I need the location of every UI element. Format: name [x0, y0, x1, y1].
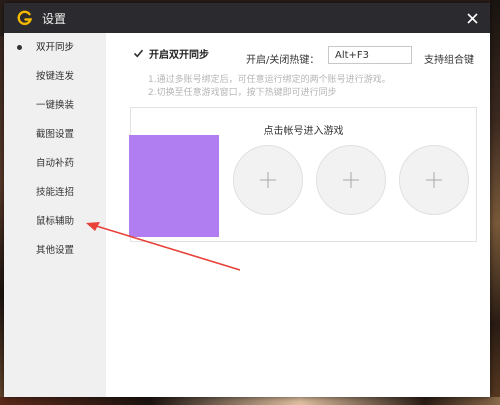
sidebar-item-label: 一键换装 [36, 100, 75, 111]
settings-window: 设置 双开同步 按键连发 一键换装 截图设置 自动补药 技能连招 鼠标辅助 其他… [4, 3, 490, 397]
title-bar: 设置 [4, 3, 490, 33]
sidebar-item-mouse-assist[interactable]: 鼠标辅助 [4, 207, 106, 236]
sidebar-item-dual-sync[interactable]: 双开同步 [4, 33, 106, 62]
hotkey-label: 开启/关闭热键： [246, 55, 320, 66]
sidebar-item-label: 自动补药 [36, 158, 75, 169]
close-icon [466, 12, 478, 24]
hint-text-1: 1.通过多账号绑定后，可任意运行绑定的两个账号进行游戏。 [148, 75, 391, 85]
sidebar-item-one-key-equip[interactable]: 一键换装 [4, 91, 106, 120]
sidebar-item-skill-combo[interactable]: 技能连招 [4, 178, 106, 207]
add-account-button[interactable] [399, 145, 469, 215]
account-panel: 点击帐号进入游戏 [129, 107, 477, 242]
add-account-button[interactable] [316, 145, 386, 215]
plus-icon [426, 172, 442, 188]
enable-sync-row[interactable]: 开启双开同步 [132, 46, 209, 61]
sidebar-item-auto-potion[interactable]: 自动补药 [4, 149, 106, 178]
sidebar-item-label: 按键连发 [36, 71, 75, 82]
sidebar-item-screenshot[interactable]: 截图设置 [4, 120, 106, 149]
sidebar-item-label: 鼠标辅助 [36, 216, 75, 227]
active-indicator-dot [17, 45, 22, 50]
combo-key-label: 支持组合键 [424, 55, 474, 66]
sidebar-item-other-settings[interactable]: 其他设置 [4, 236, 106, 265]
account-slot-filled[interactable] [129, 135, 219, 237]
sidebar-item-label: 截图设置 [36, 129, 75, 140]
enable-sync-checkbox[interactable] [132, 48, 144, 60]
settings-content: 开启双开同步 开启/关闭热键： Alt+F3 支持组合键 1.通过多账号绑定后，… [106, 33, 490, 397]
hint-text-2: 2.切换至任意游戏窗口，按下热键即可进行同步 [148, 88, 337, 98]
settings-sidebar: 双开同步 按键连发 一键换装 截图设置 自动补药 技能连招 鼠标辅助 其他设置 [4, 33, 106, 397]
close-button[interactable] [462, 8, 482, 28]
check-icon [133, 49, 143, 58]
enable-sync-label: 开启双开同步 [149, 50, 209, 61]
add-account-button[interactable] [233, 145, 303, 215]
sidebar-item-key-repeat[interactable]: 按键连发 [4, 62, 106, 91]
plus-icon [260, 172, 276, 188]
plus-icon [343, 172, 359, 188]
sidebar-item-label: 双开同步 [36, 42, 75, 53]
window-title: 设置 [42, 11, 67, 26]
background-game-bottom [0, 397, 500, 405]
sidebar-item-label: 其他设置 [36, 245, 75, 256]
game-logo-icon [16, 9, 34, 27]
hotkey-input[interactable]: Alt+F3 [328, 46, 412, 64]
sidebar-item-label: 技能连招 [36, 187, 75, 198]
background-game-right [490, 0, 500, 405]
